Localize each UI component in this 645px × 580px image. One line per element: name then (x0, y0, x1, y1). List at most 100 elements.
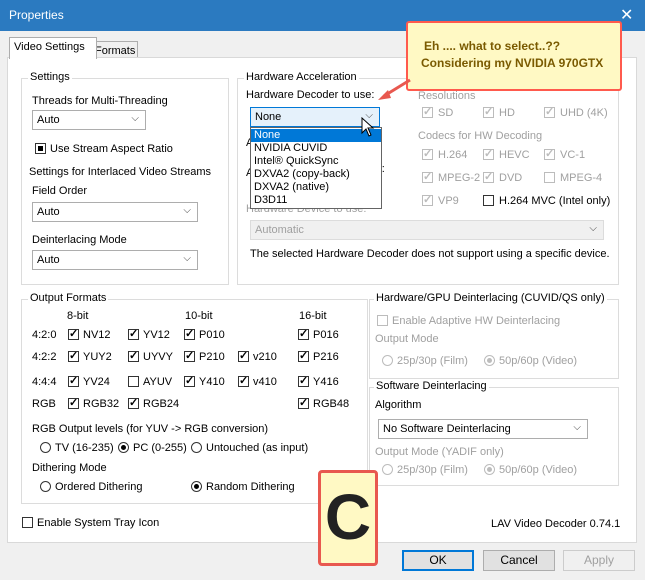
decoder-value: None (255, 111, 282, 123)
ordered-radio[interactable] (40, 481, 51, 492)
hw-output-mode-label: Output Mode (375, 333, 439, 345)
rgb48-checkbox[interactable] (298, 396, 309, 409)
deinterlacing-mode-value: Auto (37, 254, 60, 266)
tv-label: TV (16-235) (55, 442, 114, 454)
rgb48-label: RGB48 (313, 398, 350, 410)
algorithm-select[interactable]: No Software Deinterlacing ⌵ (378, 419, 588, 439)
threads-select[interactable]: Auto ⌵ (32, 110, 146, 130)
pc-radio[interactable] (118, 442, 129, 453)
tray-icon-label: Enable System Tray Icon (37, 517, 160, 529)
rgb24-label: RGB24 (143, 398, 180, 410)
codec-vc1-label: VC-1 (560, 149, 586, 161)
y410-checkbox[interactable] (184, 374, 195, 387)
res-uhd-label: UHD (4K) (560, 107, 608, 119)
y416-checkbox[interactable] (298, 374, 309, 387)
codec-dvd-label: DVD (499, 172, 523, 184)
tab-label: Formats (95, 45, 136, 57)
decoder-option-dxva2-native[interactable]: DXVA2 (native) (251, 181, 381, 194)
pc-label: PC (0-255) (133, 442, 187, 454)
deinterlacing-mode-select[interactable]: Auto ⌵ (32, 250, 198, 270)
hw-deint-label: Hardware/GPU Deinterlacing (CUVID/QS onl… (374, 292, 607, 304)
dithering-label: Dithering Mode (32, 462, 107, 474)
res-hd-label: HD (499, 107, 515, 119)
rgb32-label: RGB32 (83, 398, 120, 410)
chevron-down-icon: ⌵ (131, 113, 139, 124)
codec-hevc-checkbox[interactable] (483, 147, 494, 160)
decoder-option-dxva2-copy[interactable]: DXVA2 (copy-back) (251, 168, 381, 181)
deinterlacing-mode-label: Deinterlacing Mode (32, 234, 127, 246)
v210-label: v210 (253, 351, 277, 363)
ok-button[interactable]: OK (402, 550, 474, 571)
algorithm-value: No Software Deinterlacing (383, 423, 511, 435)
stream-aspect-checkbox[interactable] (35, 143, 46, 154)
sw-25p-radio[interactable] (382, 464, 393, 475)
decoder-label: Hardware Decoder to use: (246, 89, 375, 101)
res-hd-checkbox[interactable] (483, 105, 494, 118)
codec-mpeg4-label: MPEG-4 (560, 172, 603, 184)
field-order-value: Auto (37, 206, 60, 218)
field-order-select[interactable]: Auto ⌵ (32, 202, 198, 222)
tab-label: Video Settings (14, 41, 85, 53)
nv12-label: NV12 (83, 329, 111, 341)
yuy2-checkbox[interactable] (68, 349, 79, 362)
ayuv-checkbox[interactable] (128, 376, 139, 387)
rgb32-checkbox[interactable] (68, 396, 79, 409)
untouched-radio[interactable] (191, 442, 202, 453)
p016-checkbox[interactable] (298, 327, 309, 340)
p216-checkbox[interactable] (298, 349, 309, 362)
output-formats-label: Output Formats (28, 292, 109, 304)
version-label: LAV Video Decoder 0.74.1 (491, 518, 621, 530)
rgb24-checkbox[interactable] (128, 396, 139, 409)
hw-deint-checkbox[interactable] (377, 315, 388, 326)
settings-group-label: Settings (28, 71, 72, 83)
untouched-label: Untouched (as input) (206, 442, 309, 454)
codec-mvc-checkbox[interactable] (483, 195, 494, 206)
uyvy-label: UYVY (143, 351, 173, 363)
label-badge: C (318, 470, 378, 566)
close-icon[interactable]: ✕ (620, 5, 633, 25)
tray-icon-checkbox[interactable] (22, 517, 33, 528)
p210-checkbox[interactable] (184, 349, 195, 362)
annotation-line2: Considering my NVIDIA 970GTX (421, 56, 604, 70)
chevron-down-icon: ⌵ (183, 253, 191, 264)
tv-radio[interactable] (40, 442, 51, 453)
p210-label: P210 (199, 351, 225, 363)
field-order-label: Field Order (32, 185, 88, 197)
codec-dvd-checkbox[interactable] (483, 170, 494, 183)
device-note: The selected Hardware Decoder does not s… (250, 248, 610, 260)
res-sd-checkbox[interactable] (422, 105, 433, 118)
uyvy-checkbox[interactable] (128, 349, 139, 362)
yv24-checkbox[interactable] (68, 374, 79, 387)
res-sd-label: SD (438, 107, 454, 119)
codec-mpeg4-checkbox[interactable] (544, 172, 555, 183)
res-uhd-checkbox[interactable] (544, 105, 555, 118)
p016-label: P016 (313, 329, 339, 341)
codec-h264-checkbox[interactable] (422, 147, 433, 160)
window-title: Properties (9, 8, 64, 22)
sw-output-mode-label: Output Mode (YADIF only) (375, 446, 504, 458)
decoder-option-quicksync[interactable]: Intel® QuickSync (251, 155, 381, 168)
device-select[interactable]: Automatic ⌵ (250, 220, 604, 240)
random-radio[interactable] (191, 481, 202, 492)
v410-checkbox[interactable] (238, 374, 249, 387)
codec-mpeg2-checkbox[interactable] (422, 170, 433, 183)
decoder-option-cuvid[interactable]: NVIDIA CUVID (251, 142, 381, 155)
decoder-option-d3d11[interactable]: D3D11 (251, 194, 381, 207)
p010-checkbox[interactable] (184, 327, 195, 340)
nv12-checkbox[interactable] (68, 327, 79, 340)
tab-video-settings[interactable]: Video Settings (9, 37, 97, 59)
threads-value: Auto (37, 114, 60, 126)
interlaced-label: Settings for Interlaced Video Streams (29, 166, 212, 178)
device-value: Automatic (255, 224, 304, 236)
codec-vp9-checkbox[interactable] (422, 193, 433, 206)
codec-vc1-checkbox[interactable] (544, 147, 555, 160)
row-422: 4:2:2 (32, 351, 57, 363)
cancel-button[interactable]: Cancel (483, 550, 555, 571)
sw-50p-radio[interactable] (484, 464, 495, 475)
yv12-checkbox[interactable] (128, 327, 139, 340)
hw-25p-radio[interactable] (382, 355, 393, 366)
sw-50p-label: 50p/60p (Video) (499, 464, 578, 476)
v210-checkbox[interactable] (238, 349, 249, 362)
apply-button[interactable]: Apply (563, 550, 635, 571)
hw-50p-radio[interactable] (484, 355, 495, 366)
